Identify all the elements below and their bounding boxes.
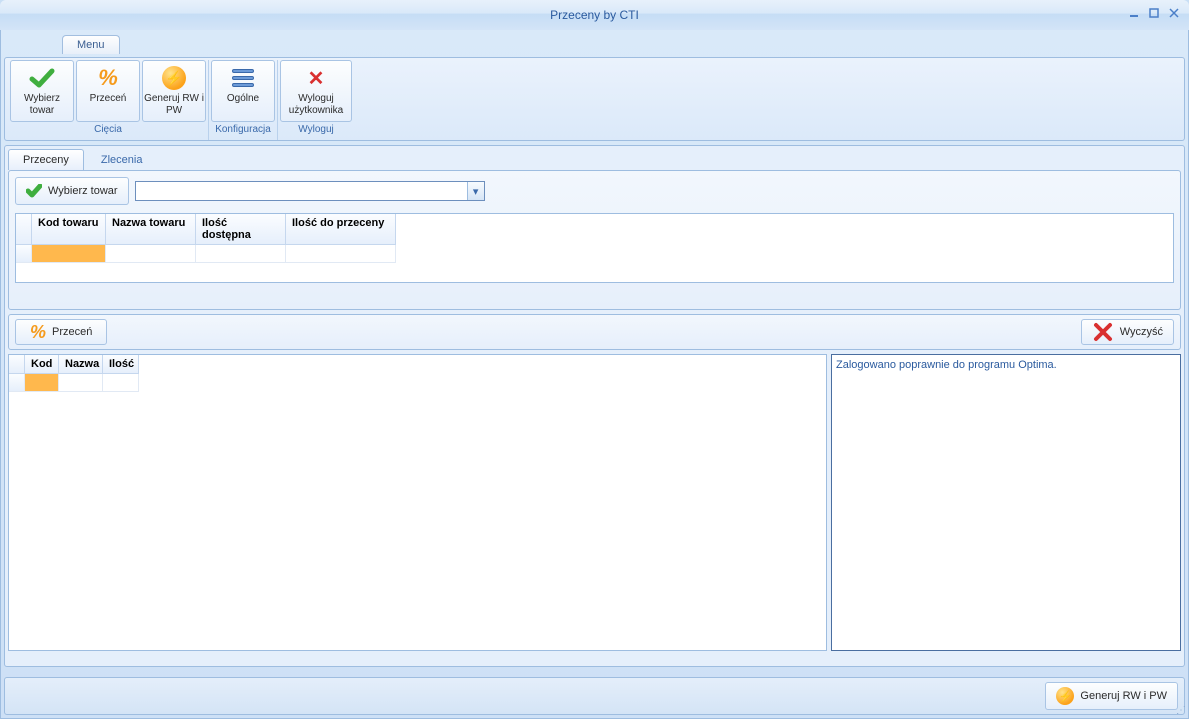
ribbon-group-ciecia: Wybierz towar % Przeceń ⚡ Generuj RW i P… (8, 60, 209, 140)
close-button[interactable] (1165, 4, 1183, 22)
button-label: Przeceń (52, 326, 92, 338)
window-title: Przeceny by CTI (550, 8, 639, 22)
ribbon-group-label: Konfiguracja (215, 124, 271, 135)
row-selector-header (9, 355, 25, 374)
table-row[interactable] (16, 245, 1173, 263)
row-selector[interactable] (9, 374, 25, 392)
column-header[interactable]: Ilość dostępna (196, 214, 286, 245)
flash-icon: ⚡ (162, 65, 186, 91)
log-panel: Zalogowano poprawnie do programu Optima. (831, 354, 1181, 651)
menu-tab[interactable]: Menu (62, 35, 120, 54)
column-header[interactable]: Kod towaru (32, 214, 106, 245)
top-panel: Wybierz towar ▾ Kod towaru Nazwa towaru … (8, 170, 1181, 310)
column-header[interactable]: Nazwa (59, 355, 103, 374)
button-label: Wyczyść (1120, 326, 1163, 338)
content-area: Przeceny Zlecenia Wybierz towar ▾ (4, 145, 1185, 667)
bottom-grid-container: Kod Nazwa Ilość (8, 354, 827, 651)
row-selector[interactable] (16, 245, 32, 263)
clear-x-icon (1092, 321, 1114, 343)
maximize-button[interactable] (1145, 4, 1163, 22)
wybierz-towar-button[interactable]: Wybierz towar (10, 60, 74, 122)
tab-zlecenia[interactable]: Zlecenia (86, 149, 158, 170)
minimize-button[interactable] (1125, 4, 1143, 22)
ribbon-button-label: Przeceń (90, 93, 127, 105)
column-header[interactable]: Nazwa towaru (106, 214, 196, 245)
ogolne-button[interactable]: Ogólne (211, 60, 275, 122)
tab-przeceny[interactable]: Przeceny (8, 149, 84, 170)
cell[interactable] (106, 245, 196, 263)
percent-icon: % (98, 65, 118, 91)
check-icon (28, 65, 56, 91)
button-label: Wybierz towar (48, 185, 118, 197)
settings-icon (232, 65, 254, 91)
towar-combobox[interactable]: ▾ (135, 181, 485, 201)
log-message: Zalogowano poprawnie do programu Optima. (836, 359, 1176, 371)
row-selector-header (16, 214, 32, 245)
towar-input[interactable] (136, 182, 467, 200)
title-bar: Przeceny by CTI (0, 0, 1189, 30)
cell[interactable] (286, 245, 396, 263)
ribbon-group-konfiguracja: Ogólne Konfiguracja (209, 60, 278, 140)
wyczysc-button[interactable]: Wyczyść (1081, 319, 1174, 345)
cell[interactable] (25, 374, 59, 392)
ribbon-group-label: Wyloguj (298, 124, 333, 135)
cell[interactable] (103, 374, 139, 392)
mid-toolbar: % Przeceń Wyczyść (8, 314, 1181, 350)
check-icon (26, 184, 42, 198)
table-row[interactable] (9, 374, 826, 392)
cell[interactable] (59, 374, 103, 392)
wybierz-towar-small-button[interactable]: Wybierz towar (15, 177, 129, 205)
bottom-grid[interactable]: Kod Nazwa Ilość (8, 354, 827, 651)
menu-row: Menu (4, 33, 1185, 57)
przecen-small-button[interactable]: % Przeceń (15, 319, 107, 345)
ribbon-button-label: Ogólne (227, 93, 259, 105)
top-grid[interactable]: Kod towaru Nazwa towaru Ilość dostępna I… (15, 213, 1174, 283)
ribbon-button-label: Generuj RW i PW (143, 93, 205, 117)
ribbon-group-wyloguj: ✕ Wyloguj użytkownika Wyloguj (278, 60, 354, 140)
percent-icon: % (30, 322, 46, 343)
column-header[interactable]: Ilość do przeceny (286, 214, 396, 245)
x-icon: ✕ (308, 65, 325, 91)
footer-bar: ⚡ Generuj RW i PW (4, 677, 1185, 715)
przecen-button[interactable]: % Przeceń (76, 60, 140, 122)
ribbon-button-label: Wyloguj użytkownika (281, 93, 351, 117)
generuj-rwpw-button[interactable]: ⚡ Generuj RW i PW (142, 60, 206, 122)
cell[interactable] (196, 245, 286, 263)
wyloguj-button[interactable]: ✕ Wyloguj użytkownika (280, 60, 352, 122)
column-header[interactable]: Ilość (103, 355, 139, 374)
column-header[interactable]: Kod (25, 355, 59, 374)
ribbon: Wybierz towar % Przeceń ⚡ Generuj RW i P… (4, 57, 1185, 141)
document-tabs: Przeceny Zlecenia (8, 146, 1181, 170)
flash-icon: ⚡ (1056, 687, 1074, 705)
ribbon-group-label: Cięcia (94, 124, 122, 135)
cell[interactable] (32, 245, 106, 263)
button-label: Generuj RW i PW (1080, 690, 1167, 702)
chevron-down-icon[interactable]: ▾ (467, 182, 484, 200)
ribbon-button-label: Wybierz towar (11, 93, 73, 117)
generuj-rwpw-footer-button[interactable]: ⚡ Generuj RW i PW (1045, 682, 1178, 710)
